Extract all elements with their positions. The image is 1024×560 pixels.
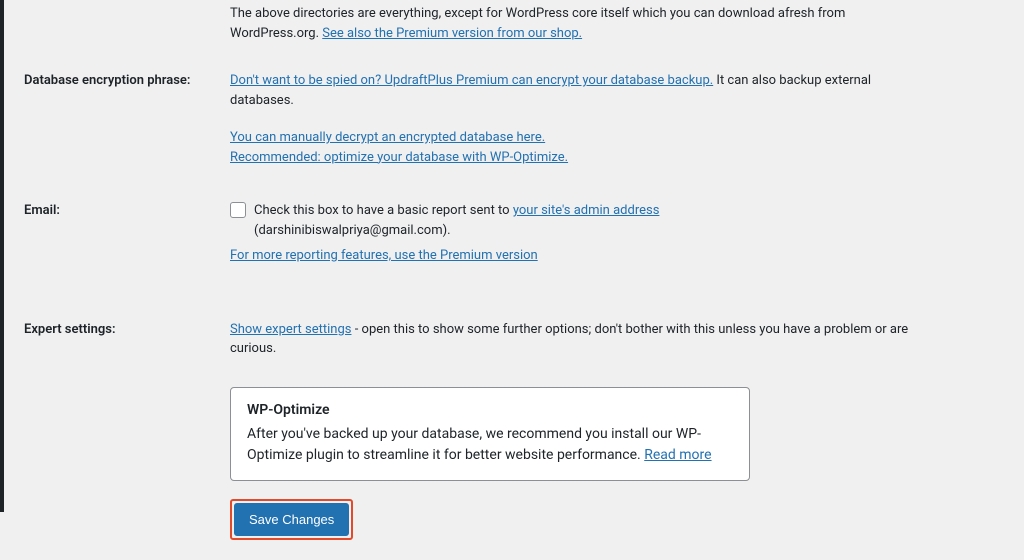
email-address-paren: (darshinibiswalpriya@gmail.com). — [254, 221, 910, 241]
wp-optimize-recommend-link[interactable]: Recommended: optimize your database with… — [230, 150, 568, 165]
db-encryption-row: Database encryption phrase: Don't want t… — [24, 71, 984, 173]
expert-label: Expert settings: — [24, 320, 230, 337]
email-checkbox-text: Check this box to have a basic report se… — [254, 203, 513, 218]
admin-address-link[interactable]: your site's admin address — [513, 203, 660, 218]
callout-title: WP-Optimize — [247, 402, 733, 418]
callout-body-wrap: After you've backed up your database, we… — [247, 424, 733, 466]
encrypt-premium-link[interactable]: Don't want to be spied on? UpdraftPlus P… — [230, 73, 713, 88]
email-report-checkbox[interactable] — [230, 202, 246, 218]
manual-decrypt-link[interactable]: You can manually decrypt an encrypted da… — [230, 130, 545, 145]
email-body: Check this box to have a basic report se… — [230, 201, 910, 272]
wp-optimize-callout: WP-Optimize After you've backed up your … — [230, 387, 750, 481]
save-button-highlight: Save Changes — [230, 499, 353, 540]
email-label: Email: — [24, 201, 230, 218]
db-encryption-body: Don't want to be spied on? UpdraftPlus P… — [230, 71, 910, 173]
callout-body-text: After you've backed up your database, we… — [247, 426, 701, 463]
callout-read-more-link[interactable]: Read more — [644, 447, 711, 463]
email-premium-link[interactable]: For more reporting features, use the Pre… — [230, 248, 538, 263]
premium-shop-link[interactable]: See also the Premium version from our sh… — [322, 26, 582, 41]
expert-row: Expert settings: Show expert settings - … — [24, 320, 984, 359]
intro-paragraph: The above directories are everything, ex… — [230, 0, 890, 43]
settings-content: The above directories are everything, ex… — [4, 0, 1024, 560]
admin-sidebar-strip — [0, 0, 4, 512]
save-changes-button[interactable]: Save Changes — [234, 503, 349, 536]
email-row: Email: Check this box to have a basic re… — [24, 201, 984, 272]
show-expert-settings-link[interactable]: Show expert settings — [230, 322, 351, 337]
db-encryption-label: Database encryption phrase: — [24, 71, 230, 88]
expert-body: Show expert settings - open this to show… — [230, 320, 910, 359]
